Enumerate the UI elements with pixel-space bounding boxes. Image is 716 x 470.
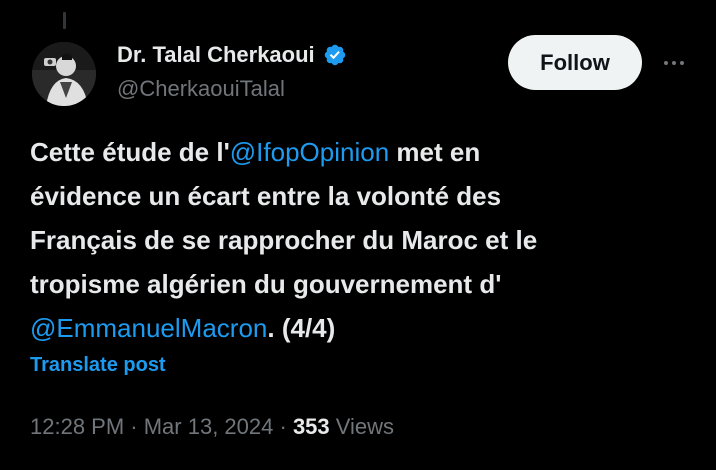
tweet-line-5: @EmmanuelMacron. (4/4)	[30, 306, 670, 350]
author-name-row[interactable]: Dr. Talal Cherkaoui	[117, 42, 347, 68]
more-dot	[664, 61, 668, 65]
profile-photo	[32, 42, 96, 106]
tweet-text: Cette étude de l'@IfopOpinion met en évi…	[30, 130, 670, 350]
thread-connector-line	[63, 12, 66, 29]
meta-separator: ·	[273, 414, 293, 439]
avatar[interactable]	[32, 42, 96, 106]
tweet-line-2: évidence un écart entre la volonté des	[30, 181, 502, 211]
views-label[interactable]: Views	[330, 414, 394, 439]
tweet-line-1-suffix: met en	[389, 137, 481, 167]
more-dot	[680, 61, 684, 65]
translate-post-link[interactable]: Translate post	[30, 354, 166, 377]
views-count[interactable]: 353	[293, 414, 330, 439]
tweet-line-1-prefix: Cette étude de l'	[30, 137, 230, 167]
tweet-meta: 12:28 PM · Mar 13, 2024 · 353 Views	[30, 414, 394, 440]
tweet-line-1: Cette étude de l'@IfopOpinion met en	[30, 130, 670, 174]
meta-separator: ·	[124, 414, 144, 439]
mention-link-ifop[interactable]: @IfopOpinion	[230, 137, 389, 167]
author-handle[interactable]: @CherkaouiTalal	[117, 76, 285, 102]
tweet-line-3: Français de se rapprocher du Maroc et le	[30, 225, 538, 255]
tweet-line-5-suffix: . (4/4)	[267, 313, 336, 343]
more-dot	[672, 61, 676, 65]
post-date[interactable]: Mar 13, 2024	[144, 414, 274, 439]
follow-button[interactable]: Follow	[508, 35, 642, 90]
more-options-icon[interactable]	[652, 48, 696, 78]
tweet-line-4: tropisme algérien du gouvernement d'	[30, 269, 502, 299]
mention-link-macron[interactable]: @EmmanuelMacron	[30, 313, 267, 343]
post-time[interactable]: 12:28 PM	[30, 414, 124, 439]
verified-badge-icon[interactable]	[323, 43, 347, 67]
author-display-name[interactable]: Dr. Talal Cherkaoui	[117, 42, 315, 68]
